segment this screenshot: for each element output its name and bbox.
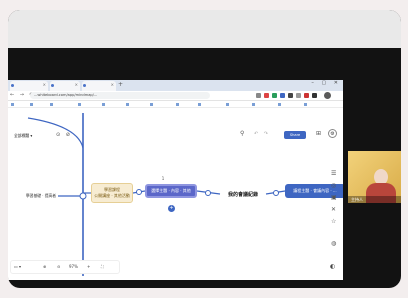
extension-icon[interactable] bbox=[288, 93, 293, 98]
right-tool-sidebar: ☰ ◎ ▣ ✕ ☆ ◍ bbox=[328, 148, 342, 280]
browser-tab[interactable]: × bbox=[82, 81, 116, 91]
bookmarks-bar bbox=[8, 101, 343, 108]
collapse-toggle-icon[interactable] bbox=[273, 190, 279, 196]
shared-screen: × × × + – ▢ ✕ ← → ⟳ ...whiteboard.com/ap… bbox=[8, 80, 343, 280]
extension-icon[interactable] bbox=[256, 93, 261, 98]
close-tab-icon[interactable]: × bbox=[75, 82, 78, 87]
video-stage: × × × + – ▢ ✕ ← → ⟳ ...whiteboard.com/ap… bbox=[8, 10, 401, 288]
help-icon[interactable]: ◍ bbox=[331, 240, 336, 247]
browser-tab[interactable]: × bbox=[10, 81, 48, 91]
browser-tab[interactable]: × bbox=[50, 81, 80, 91]
bookmark-item[interactable] bbox=[11, 102, 15, 106]
extension-icon[interactable] bbox=[304, 93, 309, 98]
close-tab-icon[interactable]: × bbox=[43, 82, 46, 87]
bookmark-item[interactable] bbox=[150, 102, 154, 106]
extension-icon[interactable] bbox=[280, 93, 285, 98]
share-button[interactable]: Share bbox=[284, 131, 306, 139]
mindmap-node-selected[interactable]: 選擇主題 · 內容 · 其他 bbox=[145, 184, 197, 198]
mindmap-title-dropdown[interactable]: 全部標題 ▾ bbox=[14, 132, 48, 140]
bookmark-item[interactable] bbox=[226, 102, 230, 106]
expand-icon[interactable]: ✕ bbox=[331, 206, 336, 213]
tab-favicon-icon bbox=[51, 84, 54, 87]
bookmark-item[interactable] bbox=[78, 102, 82, 106]
mindmap-canvas[interactable]: 全部標題 ▾ ⊙ ⊘ 學習基礎 · 提高者 學習課程 公開講座 · 其他活動 1… bbox=[8, 108, 343, 280]
collapse-toggle-icon[interactable] bbox=[136, 189, 142, 195]
search-icon[interactable]: ⚲ bbox=[240, 130, 244, 137]
close-tab-icon[interactable]: × bbox=[111, 82, 114, 87]
extension-icon[interactable] bbox=[272, 93, 277, 98]
extension-icon[interactable] bbox=[296, 93, 301, 98]
outline-toggle-icon[interactable]: ⊙ ⊘ bbox=[56, 132, 72, 138]
collapse-toggle-icon[interactable] bbox=[79, 192, 87, 200]
grid-icon[interactable]: ⊞ bbox=[316, 130, 321, 137]
bookmark-item[interactable] bbox=[50, 102, 54, 106]
history-icon[interactable]: ⊕ bbox=[43, 264, 46, 269]
profile-avatar-icon[interactable] bbox=[324, 92, 331, 99]
bookmark-item[interactable] bbox=[252, 102, 256, 106]
star-icon[interactable]: ☆ bbox=[331, 218, 336, 225]
bookmark-item[interactable] bbox=[278, 102, 282, 106]
url-field[interactable]: ...whiteboard.com/app/mindmap/... bbox=[30, 92, 210, 99]
image-icon[interactable]: ▣ bbox=[331, 194, 337, 201]
undo-redo-icon[interactable]: ↶ ↷ bbox=[254, 131, 270, 137]
add-node-icon[interactable]: + bbox=[168, 205, 175, 212]
zoom-out-icon[interactable]: ⊝ bbox=[57, 264, 60, 269]
bottom-toolbar: ▭ ▾ ⊕ ⊝ 97% + ⛶ bbox=[10, 260, 120, 274]
fit-screen-icon[interactable]: ⛶ bbox=[101, 264, 104, 269]
bookmark-item[interactable] bbox=[304, 102, 308, 106]
view-mode-dropdown[interactable]: ▭ ▾ bbox=[14, 264, 21, 269]
tab-favicon-icon bbox=[11, 84, 14, 87]
node-line: 公開講座 · 其他活動 bbox=[94, 193, 130, 198]
tab-favicon-icon bbox=[83, 84, 86, 87]
zoom-in-icon[interactable]: + bbox=[87, 264, 90, 269]
bookmark-item[interactable] bbox=[102, 102, 106, 106]
bookmark-item[interactable] bbox=[30, 102, 34, 106]
zoom-level: 97% bbox=[69, 264, 78, 269]
editor-toolbar: ⚲ ↶ ↷ Share ⊞ ⚙ bbox=[240, 129, 340, 142]
collapse-toggle-icon[interactable] bbox=[205, 190, 211, 196]
address-bar-row: ← → ⟳ ...whiteboard.com/app/mindmap/... bbox=[8, 91, 343, 101]
layout-icon[interactable]: ☰ bbox=[331, 170, 336, 177]
mindmap-node[interactable]: 學習基礎 · 提高者 bbox=[22, 192, 60, 200]
extension-icon[interactable] bbox=[264, 93, 269, 98]
video-top-band bbox=[8, 10, 401, 48]
participant-name-label: 主持人 bbox=[348, 196, 401, 203]
bookmark-item[interactable] bbox=[198, 102, 202, 106]
video-call-window: × × × + – ▢ ✕ ← → ⟳ ...whiteboard.com/ap… bbox=[0, 0, 408, 298]
participant-video-thumbnail[interactable]: 主持人 bbox=[348, 151, 401, 203]
style-icon[interactable]: ◎ bbox=[331, 182, 336, 189]
window-controls[interactable]: – ▢ ✕ bbox=[311, 80, 341, 86]
mindmap-node-branch[interactable]: 學習課程 公開講座 · 其他活動 bbox=[91, 183, 133, 203]
bookmark-item[interactable] bbox=[126, 102, 130, 106]
browser-tab-bar: × × × + – ▢ ✕ bbox=[8, 80, 343, 91]
node-marker: 1 bbox=[161, 175, 165, 181]
theme-toggle-icon[interactable]: ◐ bbox=[330, 263, 335, 270]
extension-icon[interactable] bbox=[312, 93, 317, 98]
bookmark-item[interactable] bbox=[176, 102, 180, 106]
new-tab-icon[interactable]: + bbox=[118, 81, 123, 88]
mindmap-root-node[interactable]: 我的會議紀錄 bbox=[220, 189, 266, 199]
settings-icon[interactable]: ⚙ bbox=[328, 129, 337, 138]
